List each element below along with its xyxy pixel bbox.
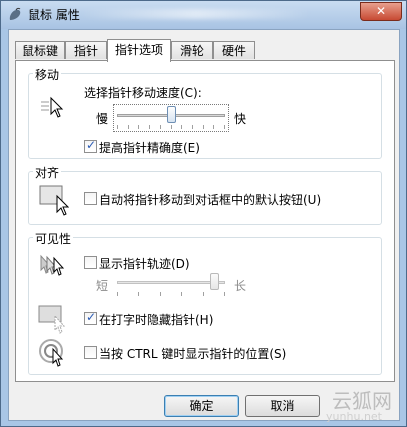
- slider-tick: [224, 292, 225, 296]
- slider-tick: [117, 125, 118, 129]
- trails-slider-thumb[interactable]: [210, 273, 220, 290]
- tab-pointers[interactable]: 指针: [65, 41, 107, 59]
- slider-tick: [117, 292, 118, 296]
- visibility-group-label: 可见性: [33, 230, 74, 247]
- hide-pointer-icon: [38, 305, 66, 334]
- check-mark-icon: ✓: [86, 310, 97, 324]
- trails-slider-ticks: [117, 292, 225, 296]
- precision-checkbox[interactable]: ✓: [84, 138, 97, 153]
- dialog-client: 鼠标键 指针 指针选项 滑轮 硬件 移动 选择指针移动速度(C): 慢 快 ✓ …: [8, 29, 400, 421]
- ctrl-location-label: 当按 CTRL 键时显示指针的位置(S): [99, 347, 287, 361]
- slider-tick: [138, 125, 140, 129]
- tab-wheel[interactable]: 滑轮: [171, 41, 213, 59]
- show-location-icon: [39, 339, 64, 367]
- tab-strip: 鼠标键 指针 指针选项 滑轮 硬件: [15, 39, 395, 62]
- fast-label: 快: [234, 112, 247, 126]
- snap-to-checkbox[interactable]: [84, 192, 97, 205]
- ctrl-location-checkbox[interactable]: [84, 346, 97, 359]
- trails-checkbox[interactable]: [84, 256, 97, 269]
- tab-buttons[interactable]: 鼠标键: [15, 41, 65, 59]
- motion-group-label: 移动: [33, 66, 62, 83]
- long-label: 长: [234, 279, 247, 293]
- slider-tick: [170, 125, 172, 129]
- watermark-domain: yunhu.net: [326, 410, 382, 423]
- snap-to-label: 自动将指针移动到对话框中的默认按钮(U): [99, 193, 322, 207]
- slider-tick: [159, 125, 161, 129]
- slider-tick: [191, 125, 193, 129]
- slider-tick: [149, 125, 151, 129]
- snap-to-group: 对齐 自动将指针移动到对话框中的默认按钮(U): [28, 164, 382, 225]
- pointer-trails-icon: [40, 254, 65, 276]
- close-button[interactable]: ✕: [360, 2, 402, 21]
- tab-hardware[interactable]: 硬件: [213, 41, 255, 59]
- slider-tick: [138, 292, 140, 296]
- slider-tick: [202, 292, 204, 296]
- window-title: 鼠标 属性: [28, 8, 80, 22]
- visibility-group: 可见性 显示指针轨迹(D) 短 长 ✓ 在打字时隐藏指针(H) 当按 CTRL …: [28, 230, 382, 375]
- trails-slider-track[interactable]: [117, 281, 225, 284]
- tab-pointer-options[interactable]: 指针选项: [107, 39, 171, 62]
- ok-button[interactable]: 确定: [164, 395, 239, 417]
- title-bar[interactable]: 鼠标 属性 ✕: [1, 1, 406, 29]
- check-mark-icon: ✓: [86, 138, 97, 152]
- slider-tick: [213, 125, 215, 129]
- speed-slider-thumb[interactable]: [167, 106, 176, 123]
- slider-tick: [202, 125, 204, 129]
- slider-tick: [224, 125, 225, 129]
- pointer-speed-icon: [41, 96, 64, 118]
- precision-label: 提高指针精确度(E): [99, 141, 200, 155]
- snap-to-group-label: 对齐: [33, 164, 62, 181]
- cancel-button[interactable]: 取消: [245, 395, 320, 417]
- slider-tick: [127, 125, 129, 129]
- slider-tick: [159, 292, 161, 296]
- speed-label: 选择指针移动速度(C):: [84, 86, 202, 100]
- trails-label: 显示指针轨迹(D): [99, 257, 190, 271]
- snap-to-icon: [39, 185, 69, 216]
- title-blur: [81, 9, 311, 19]
- slider-tick: [181, 125, 183, 129]
- motion-group: 移动 选择指针移动速度(C): 慢 快 ✓ 提高指针精确度(E): [28, 66, 382, 159]
- short-label: 短: [96, 279, 109, 293]
- mouse-icon: [9, 7, 21, 20]
- hide-typing-checkbox[interactable]: ✓: [84, 310, 97, 325]
- pointer-options-panel: 移动 选择指针移动速度(C): 慢 快 ✓ 提高指针精确度(E) 对齐 自动将指…: [15, 60, 395, 382]
- hide-typing-label: 在打字时隐藏指针(H): [99, 313, 214, 327]
- slow-label: 慢: [96, 112, 109, 126]
- mouse-properties-window: 鼠标 属性 ✕ 鼠标键 指针 指针选项 滑轮 硬件 移动 选择指针移动速度(C)…: [0, 0, 407, 427]
- slider-tick: [181, 292, 183, 296]
- speed-slider-ticks: [117, 125, 225, 129]
